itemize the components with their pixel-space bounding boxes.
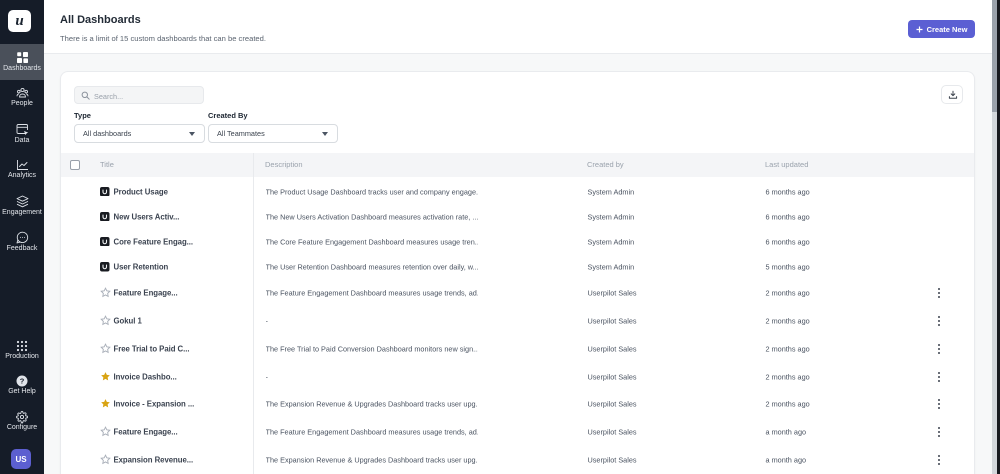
- svg-text:?: ?: [20, 377, 25, 386]
